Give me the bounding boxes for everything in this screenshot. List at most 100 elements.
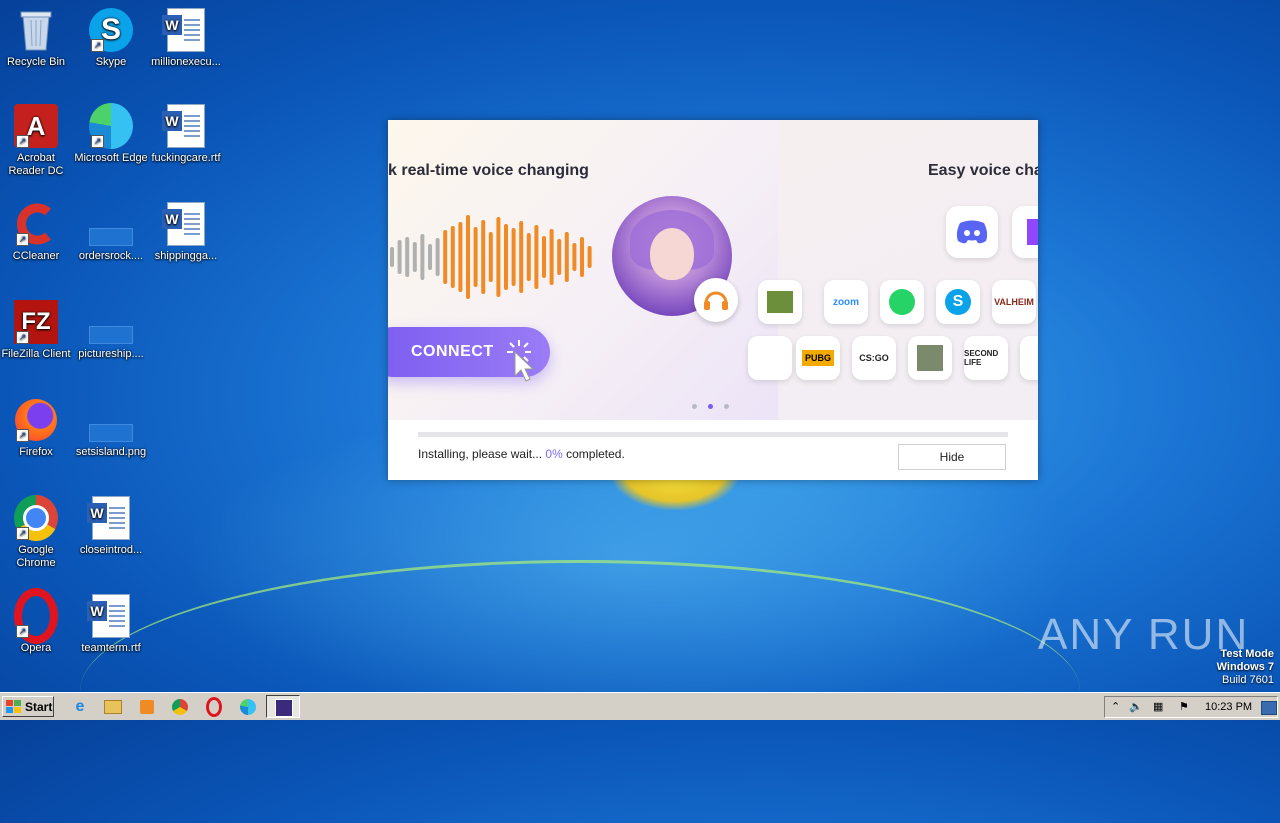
- whatsapp-icon: [880, 280, 924, 324]
- skype-app-icon: S: [936, 280, 980, 324]
- desktop-icon-closeintrod[interactable]: W closeintrod...: [73, 496, 149, 557]
- desktop-icon-skype[interactable]: S ↗ Skype: [73, 8, 149, 69]
- carousel-dot-active[interactable]: [708, 404, 713, 409]
- desktop-icon-label: setsisland.png: [75, 446, 147, 458]
- desktop-icon-edge[interactable]: ↗ Microsoft Edge: [73, 103, 149, 165]
- system-tray: ⌃ 🔈 ▦ ⚑ 10:23 PM: [1104, 696, 1278, 718]
- network-icon[interactable]: ▦: [1153, 700, 1163, 713]
- sound-wave-bar: [466, 215, 470, 299]
- desktop-icon-shippingga[interactable]: W shippingga...: [148, 202, 224, 263]
- desktop-icon-label: fuckingcare.rtf: [151, 152, 221, 164]
- sound-wave-bar: [458, 222, 463, 292]
- hide-button[interactable]: Hide: [898, 444, 1006, 470]
- installer-taskbar-button[interactable]: [266, 695, 300, 718]
- opera-icon: ↗: [14, 588, 58, 644]
- opera-taskbar-icon[interactable]: [204, 697, 224, 717]
- sound-wave-bar: [534, 225, 539, 289]
- chrome-taskbar-icon[interactable]: [170, 697, 190, 717]
- skype-icon: S ↗: [89, 8, 133, 52]
- carousel-dot[interactable]: [692, 404, 697, 409]
- clock[interactable]: 10:23 PM: [1205, 701, 1252, 713]
- valheim-label: VALHEIM: [994, 297, 1034, 307]
- sound-wave-bar: [519, 221, 524, 293]
- desktop-icon-firefox[interactable]: ↗ Firefox: [0, 398, 74, 459]
- desktop-icon-filezilla[interactable]: FZ ↗ FileZilla Client: [0, 300, 74, 361]
- twitch-icon: [1012, 206, 1038, 258]
- sound-wave-bar: [557, 239, 562, 275]
- volume-icon[interactable]: 🔈: [1129, 700, 1143, 713]
- carousel-dot[interactable]: [724, 404, 729, 409]
- file-icon: [89, 300, 133, 344]
- desktop-icon-label: pictureship....: [78, 348, 144, 360]
- test-mode-line3: Build 7601: [1222, 674, 1274, 686]
- ie-taskbar-icon[interactable]: e: [70, 697, 90, 717]
- sound-wave-bar: [420, 234, 425, 280]
- desktop-icon-pictureship[interactable]: pictureship....: [73, 300, 149, 361]
- headset-icon: [694, 278, 738, 322]
- desktop-icon-chrome[interactable]: ↗ Google Chrome: [0, 495, 74, 570]
- desktop-icon-label: Google Chrome: [16, 544, 56, 569]
- sound-wave-bar: [564, 232, 569, 282]
- second-life-label: SECOND LIFE: [964, 349, 999, 367]
- explorer-taskbar-icon[interactable]: [103, 697, 123, 717]
- start-label: Start: [25, 699, 53, 714]
- hide-button-label: Hide: [939, 450, 965, 464]
- test-mode-notice: Test Mode Windows 7 Build 7601: [1217, 648, 1274, 687]
- desktop-icon-ccleaner[interactable]: ↗ CCleaner: [0, 202, 74, 263]
- csgo-label: CS:GO: [859, 353, 889, 363]
- second-life-icon: SECOND LIFE: [964, 336, 1008, 380]
- sound-wave-bar: [587, 246, 592, 268]
- pubg-icon: PUBG: [796, 336, 840, 380]
- chrome-icon: ↗: [14, 495, 58, 541]
- desktop-icon-acrobat[interactable]: A ↗ Acrobat Reader DC: [0, 104, 74, 178]
- sound-wave-bar: [549, 229, 554, 285]
- image-file-icon: [89, 398, 133, 442]
- sound-wave-bar: [572, 243, 577, 271]
- edge-taskbar-icon[interactable]: [238, 697, 258, 717]
- sound-wave-bar: [580, 237, 584, 277]
- sound-wave-bar: [488, 232, 493, 282]
- desktop-icon-label: Skype: [95, 56, 127, 68]
- media-player-taskbar-icon[interactable]: [137, 697, 157, 717]
- filezilla-icon: FZ ↗: [14, 300, 58, 344]
- desktop-icon-setsisland[interactable]: setsisland.png: [73, 398, 149, 459]
- installer-window: k real-time voice changing CONNECT Easy …: [388, 120, 1038, 480]
- flag-icon[interactable]: ⚑: [1179, 700, 1189, 713]
- desktop-icon-label: teamterm.rtf: [81, 642, 141, 654]
- tray-expand-icon[interactable]: ⌃: [1111, 700, 1120, 713]
- desktop-icon-teamterm[interactable]: W teamterm.rtf: [73, 594, 149, 655]
- carousel-slide-apps: Easy voice cha zoom S VALHEIM PUBG CS:GO: [748, 120, 1038, 420]
- acrobat-icon: A ↗: [14, 104, 58, 148]
- shortcut-arrow-icon: ↗: [16, 527, 29, 540]
- desktop-icon-fuckingcare[interactable]: W fuckingcare.rtf: [148, 104, 224, 165]
- firefox-icon: ↗: [14, 398, 58, 442]
- pubg-label: PUBG: [801, 350, 834, 366]
- sound-wave-bar: [397, 240, 402, 274]
- word-doc-icon: W: [162, 8, 208, 52]
- cursor-pointer-icon: [514, 350, 535, 382]
- status-suffix: completed.: [566, 447, 625, 461]
- carousel-dots: [692, 404, 729, 409]
- app-tile-partial: [748, 336, 792, 380]
- desktop-icon-label: Recycle Bin: [6, 56, 66, 68]
- slide-title: k real-time voice changing: [388, 162, 589, 179]
- file-icon: [89, 202, 133, 246]
- desktop-icon-label: Microsoft Edge: [74, 152, 148, 164]
- shortcut-arrow-icon: ↗: [16, 429, 29, 442]
- desktop-icon-recycle-bin[interactable]: Recycle Bin: [0, 8, 74, 69]
- installer-app-icon: [275, 699, 293, 717]
- show-desktop-icon[interactable]: [1261, 701, 1277, 715]
- start-button[interactable]: Start: [2, 696, 54, 717]
- word-doc-icon: W: [87, 594, 133, 638]
- desktop-icon-ordersrock[interactable]: ordersrock....: [73, 202, 149, 263]
- shortcut-arrow-icon: ↗: [16, 135, 29, 148]
- word-doc-icon: W: [162, 202, 208, 246]
- discord-icon: [946, 206, 998, 258]
- sound-wave-bar: [405, 237, 410, 277]
- app-tile-partial: [1020, 336, 1038, 380]
- desktop-icon-millionexecu[interactable]: W millionexecu...: [148, 8, 224, 69]
- recycle-bin-icon: [14, 8, 58, 52]
- desktop-icon-opera[interactable]: ↗ Opera: [0, 588, 74, 655]
- sound-wave-graphic: [390, 215, 592, 299]
- sound-wave-bar: [526, 233, 531, 281]
